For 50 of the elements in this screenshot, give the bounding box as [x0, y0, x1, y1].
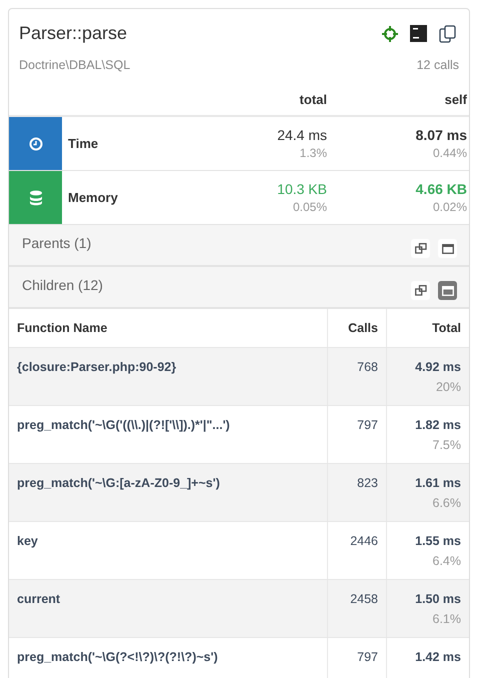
- crosshair-icon[interactable]: [382, 26, 398, 42]
- time-value: 4.92 ms: [415, 360, 461, 374]
- section-header[interactable]: Children (12): [9, 267, 469, 309]
- function-name[interactable]: preg_match('~\G('((\\.)|(?!['\\]).)*'|"...'): [17, 418, 230, 432]
- section-header[interactable]: Parents (1): [9, 225, 469, 267]
- function-name[interactable]: preg_match('~\G(?<!\?)\?(?!\?)~s'): [17, 650, 218, 664]
- column-header: total: [298, 92, 328, 107]
- function-name[interactable]: preg_match('~\G:[a-zA-Z0-9_]+~s'): [17, 476, 220, 490]
- maximize-icon[interactable]: [438, 239, 457, 258]
- metric-percent: 0.44%: [432, 146, 467, 160]
- metric-percent: 0.05%: [292, 200, 327, 214]
- call-count: 2446: [350, 534, 378, 548]
- ide-icon[interactable]: [410, 25, 427, 42]
- restore-icon[interactable]: [411, 239, 430, 258]
- function-title: Parser::parse: [19, 23, 128, 44]
- metric-value: 10.3 KB: [277, 181, 327, 197]
- metric-value: 4.66 KB: [416, 181, 467, 197]
- time-percent: 6.4%: [432, 554, 461, 568]
- time-value: 1.50 ms: [415, 592, 461, 606]
- metric-value: 8.07 ms: [416, 127, 467, 143]
- copy-icon[interactable]: [439, 24, 457, 42]
- call-count: 823: [357, 476, 378, 490]
- call-count: 12 calls: [416, 58, 459, 72]
- clock-icon: [28, 136, 42, 150]
- call-count: 797: [357, 650, 378, 664]
- time-percent: 6.6%: [432, 496, 461, 510]
- metric-value: 24.4 ms: [277, 127, 327, 143]
- metric-label: Time: [67, 135, 100, 153]
- time-percent: 7.5%: [432, 438, 461, 452]
- restore-icon[interactable]: [411, 281, 430, 300]
- call-count: 2458: [350, 592, 378, 606]
- column-header: Total: [431, 320, 462, 337]
- function-name[interactable]: {closure:Parser.php:90-92}: [17, 360, 176, 374]
- metric-percent: 1.3%: [300, 146, 327, 160]
- function-name[interactable]: key: [17, 534, 38, 548]
- column-header: self: [444, 92, 468, 107]
- time-value: 1.55 ms: [415, 534, 461, 548]
- metric-label: Memory: [67, 189, 119, 207]
- time-percent: 20%: [436, 380, 461, 394]
- call-count: 768: [357, 360, 378, 374]
- namespace-label: Doctrine\DBAL\SQL: [19, 58, 130, 72]
- function-name[interactable]: current: [17, 592, 60, 606]
- maximize-icon[interactable]: [438, 281, 457, 300]
- database-icon: [28, 190, 42, 206]
- time-percent: 6.1%: [432, 612, 461, 626]
- time-value: 1.61 ms: [415, 476, 461, 490]
- time-value: 1.82 ms: [415, 418, 461, 432]
- call-count: 797: [357, 418, 378, 432]
- time-value: 1.42 ms: [415, 650, 461, 664]
- metric-percent: 0.02%: [432, 200, 467, 214]
